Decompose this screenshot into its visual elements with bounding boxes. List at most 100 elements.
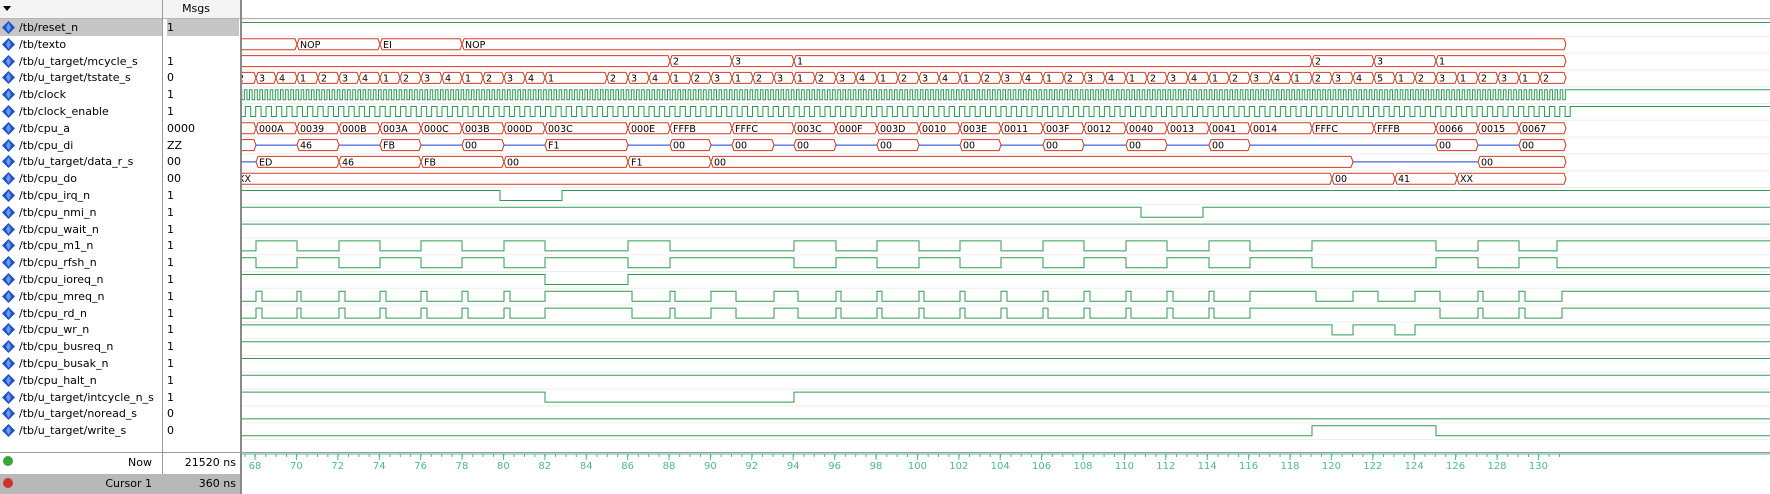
signal-value: 1 [167,256,174,270]
signal-row[interactable]: /tb/cpu_busak_n [0,355,162,372]
bus-value-label: FFFB [673,124,696,135]
timeline-tick-label: 108 [1073,461,1092,472]
bus-value-label: 00 [963,141,975,152]
signal-name: /tb/cpu_rd_n [19,306,87,320]
bus-value-label: 4 [859,73,865,84]
signal-row[interactable]: /tb/u_target/noread_s [0,405,162,422]
signal-diamond-icon [2,256,15,270]
bus-value-label: 3 [839,73,845,84]
bus-value-label: 2 [403,73,409,84]
signal-row[interactable]: /tb/reset_n [0,19,162,36]
timeline-tick-label: 114 [1198,461,1217,472]
timeline-tick-label: 112 [1156,461,1175,472]
signal-row[interactable]: /tb/cpu_rd_n [0,305,162,322]
signal-name: /tb/clock [19,88,66,102]
signal-name: /tb/u_target/write_s [19,424,127,438]
signal-row[interactable]: /tb/cpu_nmi_n [0,204,162,221]
signal-diamond-icon [2,155,15,169]
signal-row[interactable]: /tb/cpu_irq_n [0,187,162,204]
bus-value-label: 1 [963,73,969,84]
bus-value-label: 1 [735,73,741,84]
waveform-pane[interactable]: IM 0NOPEINOP1231231123412341234123412341… [242,0,1770,494]
bus-value-label: 2 [1232,73,1238,84]
signal-name: /tb/cpu_nmi_n [19,205,97,219]
signal-row[interactable]: /tb/cpu_a [0,120,162,137]
signal-diamond-icon [2,138,15,152]
signal-row[interactable]: /tb/cpu_m1_n [0,237,162,254]
signal-value: 1 [167,373,174,387]
signal-diamond-icon [2,105,15,118]
bus-segment [242,122,257,135]
bus-value-label: 00 [1212,141,1224,152]
signal-row[interactable]: /tb/u_target/data_r_s [0,153,162,170]
signal-diamond-icon [2,340,15,354]
signal-row[interactable]: /tb/cpu_di [0,137,162,154]
timeline-tick-label: 76 [414,461,427,472]
bus-value-label: 1 [880,73,886,84]
bus-value-label: 1 [1294,73,1300,84]
bus-value-label: 3 [1377,57,1383,68]
cursor-label[interactable]: Cursor 1 [0,475,162,493]
timeline-tick-label: 82 [538,461,551,472]
signal-diamond-icon [2,289,15,303]
signal-row[interactable]: /tb/u_target/tstate_s [0,69,162,86]
bus-value-label: FB [424,157,436,168]
signal-diamond-icon [2,323,15,337]
timeline-tick-label: 72 [331,461,344,472]
timeline-tick-label: 130 [1529,461,1548,472]
timeline-tick-label: 84 [580,461,593,472]
bus-value-label: 1 [1460,73,1466,84]
cursor-value[interactable]: 360 ns [164,475,236,493]
bus-value-label: 3 [1501,73,1507,84]
bus-value-label: 0039 [300,124,324,135]
bus-value-label: 00 [735,141,747,152]
signal-diamond-icon [2,54,15,68]
signal-row[interactable]: /tb/texto [0,36,162,53]
signal-row[interactable]: /tb/u_target/write_s [0,422,162,439]
bus-value-label: 41 [1398,174,1410,185]
signal-value: 1 [167,88,174,102]
signal-value: 00 [167,155,181,169]
bus-value-label: 000E [631,124,655,135]
signal-name: /tb/reset_n [19,21,79,34]
bus-value-label: 2 [1418,73,1424,84]
values-pane: Msgs 1 1 0 1 1 0000 ZZ 00 00 1 1 1 1 1 1 1 1 1 1 1 1 1 0 0 [163,0,242,494]
signal-row[interactable]: /tb/clock_enable [0,103,162,120]
signal-row[interactable]: /tb/cpu_ioreq_n [0,271,162,288]
signal-row[interactable]: /tb/u_target/mcycle_s [0,53,162,70]
bus-value-label: 2 [242,73,244,84]
bus-value-label: 003F [1046,124,1070,135]
signal-row[interactable]: /tb/u_target/intcycle_n_s [0,389,162,406]
signal-row[interactable]: /tb/cpu_mreq_n [0,288,162,305]
bus-segment [379,38,463,51]
now-value: 21520 ns [184,456,236,469]
bus-value-label: 1 [465,73,471,84]
bus-segment [242,55,671,68]
signal-row[interactable]: /tb/cpu_do [0,170,162,187]
collapse-arrow-icon[interactable] [3,6,11,11]
bus-value-label: 3 [777,73,783,84]
timeline-tick-label: 90 [704,461,717,472]
bus-value-label: 00 [1129,141,1141,152]
signal-row[interactable]: /tb/cpu_halt_n [0,372,162,389]
timeline-tick-label: 70 [290,461,303,472]
signal-row[interactable]: /tb/cpu_wr_n [0,321,162,338]
signal-name: /tb/cpu_m1_n [19,239,94,253]
signal-name: /tb/cpu_irq_n [19,189,91,202]
bus-segment [242,71,257,84]
bus-value-label: 2 [1315,73,1321,84]
bus-value-label: 3 [1439,73,1445,84]
signal-row[interactable]: /tb/cpu_busreq_n [0,338,162,355]
signal-waveform [242,257,1770,269]
bus-value-label: 00 [797,141,809,152]
signal-row[interactable]: /tb/cpu_rfsh_n [0,254,162,271]
timeline-tick-label: 94 [787,461,800,472]
bus-value-label: 3 [1335,73,1341,84]
signal-diamond-icon [2,121,15,135]
bus-value-label: 3 [922,73,928,84]
bus-value-label: 0067 [1522,124,1546,135]
signal-row[interactable]: /tb/cpu_wait_n [0,221,162,238]
bus-value-label: 46 [300,141,312,152]
signal-row[interactable]: /tb/clock [0,86,162,103]
bus-value-label: 0040 [1129,124,1153,135]
